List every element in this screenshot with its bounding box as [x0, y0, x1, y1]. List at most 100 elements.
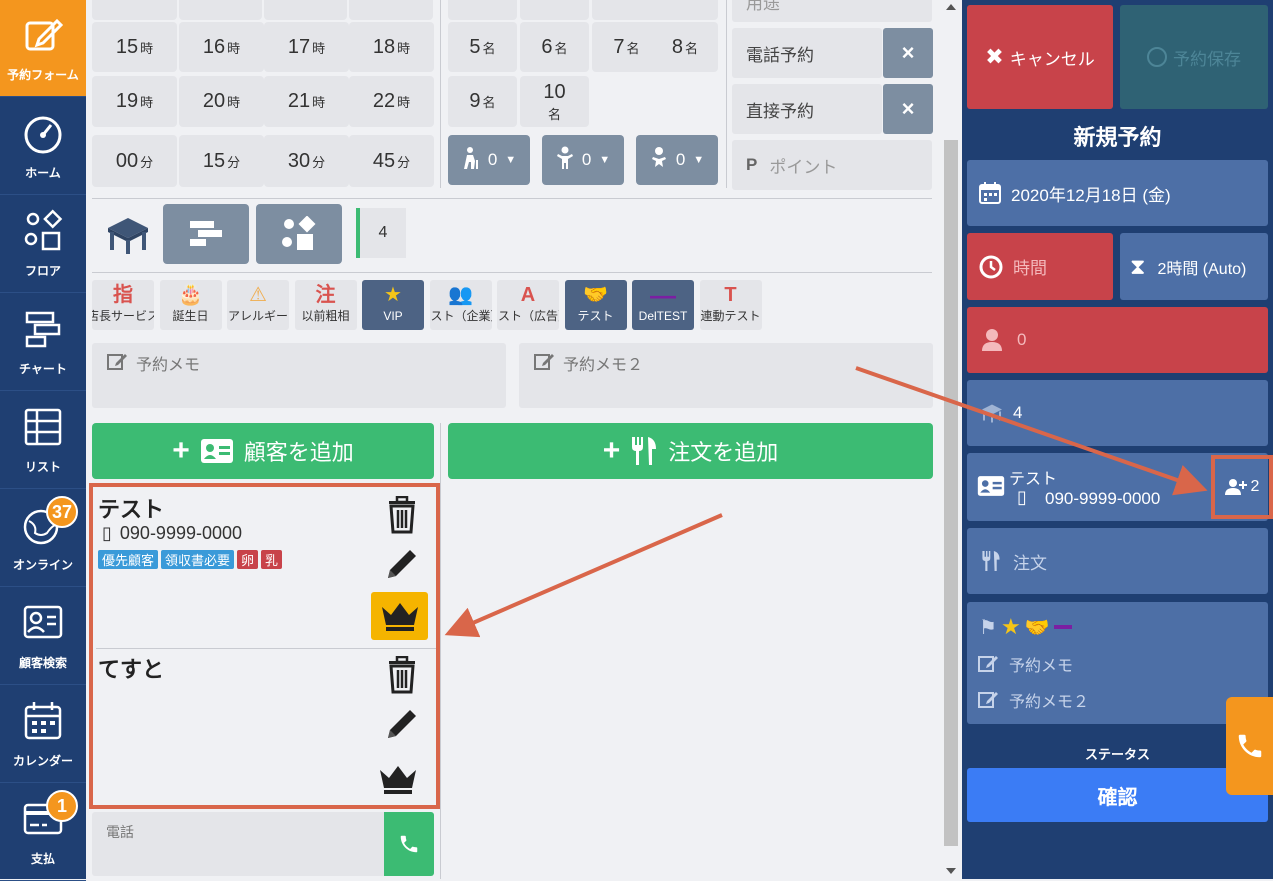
people-button[interactable] [592, 0, 661, 20]
scroll-up-icon[interactable] [946, 4, 956, 10]
primary-customer-crown-button[interactable] [378, 764, 418, 799]
order-field[interactable]: 注文 [967, 528, 1268, 594]
time-field[interactable]: 時間 [967, 233, 1113, 300]
sidebar-item-label: 支払 [30, 852, 55, 866]
hour-button[interactable]: 17 時 [264, 22, 349, 72]
tag-button[interactable]: 注以前粗相 [294, 280, 357, 330]
phone-icon [400, 835, 418, 853]
floating-call-button[interactable] [1226, 697, 1273, 795]
people-field[interactable]: 0 [967, 307, 1268, 373]
sidebar-item-calendar[interactable]: カレンダー [0, 686, 86, 783]
floor-view-button[interactable] [256, 204, 342, 264]
people-button[interactable] [652, 0, 718, 20]
people-value: 0 [1017, 330, 1027, 349]
remove-direct-reservation-button[interactable]: × [883, 84, 933, 134]
edit-customer-button[interactable] [384, 546, 420, 587]
time-button[interactable] [179, 0, 262, 20]
people-button[interactable]: 9名 [448, 76, 517, 127]
tag-button[interactable]: ★ VIP [362, 280, 424, 330]
button-number: 20 [202, 90, 226, 112]
sidebar-item-dashboard[interactable]: ホーム [0, 98, 86, 195]
hour-button[interactable]: 16 時 [179, 22, 264, 72]
plus-icon: + [172, 434, 190, 467]
notification-badge: 37 [46, 496, 78, 528]
sidebar-item-globe[interactable]: オンライン 37 [0, 490, 86, 587]
time-button[interactable] [92, 0, 177, 20]
people-button[interactable] [520, 0, 589, 20]
sidebar-item-floor-shapes[interactable]: フロア [0, 196, 86, 293]
people-button[interactable] [448, 0, 517, 20]
tag-button[interactable]: — DelTEST [632, 280, 694, 330]
duration-value: 2時間 (Auto) [1157, 260, 1247, 278]
delete-customer-button[interactable] [386, 495, 418, 539]
delete-customer-button[interactable] [386, 655, 418, 699]
tag-button[interactable]: 指店長サービス [92, 280, 154, 330]
scrollbar-thumb[interactable] [944, 140, 958, 846]
guest-type-dropdown[interactable]: 0 ▼ [542, 135, 624, 185]
add-customer-button[interactable]: + 顧客を追加 [92, 423, 434, 479]
edit-customer-button[interactable] [384, 706, 420, 747]
scroll-down-icon[interactable] [946, 868, 956, 874]
hour-button[interactable]: 15 時 [92, 22, 177, 72]
sidebar-item-list-table[interactable]: リスト [0, 392, 86, 489]
minute-button[interactable]: 15 分 [179, 135, 264, 187]
tag-button[interactable]: 🎂 誕生日 [159, 280, 222, 330]
scrollbar[interactable] [942, 0, 960, 879]
date-field[interactable]: 2020年12月18日 (金) [967, 160, 1268, 226]
minute-button[interactable]: 00 分 [92, 135, 177, 187]
people-button[interactable]: 8名 [652, 22, 718, 72]
hour-button[interactable]: 19 時 [92, 76, 177, 127]
customer-field[interactable]: テスト ▯ 090-9999-0000 2 [967, 453, 1273, 521]
phone-input[interactable]: 電話 [92, 812, 384, 876]
button-number: 15 [115, 35, 139, 58]
person-icon [982, 329, 1002, 351]
people-button[interactable]: 5名 [448, 22, 517, 72]
add-order-button[interactable]: + 注文を追加 [448, 423, 933, 479]
call-button[interactable] [384, 812, 434, 876]
tag-button[interactable]: T 連動テスト [699, 280, 762, 330]
people-button[interactable]: 10 名 [520, 76, 589, 127]
duration-field[interactable]: ⧗ 2時間 (Auto) [1120, 233, 1268, 300]
memo2-field[interactable]: 予約メモ２ [519, 343, 933, 408]
guest-type-dropdown[interactable]: 0 ▼ [636, 135, 718, 185]
close-icon: × [901, 40, 915, 65]
tags-memo-field[interactable]: ⚑ ★ 🤝 予約メモ 予約メモ２ [967, 602, 1268, 724]
table-icon [102, 212, 154, 258]
hour-button[interactable]: 22 時 [349, 76, 434, 127]
tag-button[interactable]: A テスト（広告） [497, 280, 559, 330]
primary-customer-crown-button[interactable] [371, 592, 428, 640]
chart-view-button[interactable] [163, 204, 249, 264]
divider [96, 648, 436, 649]
sidebar-item-edit-form[interactable]: 予約フォーム [0, 0, 86, 97]
points-field[interactable]: P ポイント [732, 140, 932, 190]
sidebar-item-chart-bars[interactable]: チャート [0, 294, 86, 391]
people-button[interactable]: 7名 [592, 22, 661, 72]
memo1-field[interactable]: 予約メモ [92, 343, 506, 408]
time-button[interactable] [349, 0, 433, 20]
time-button[interactable] [264, 0, 347, 20]
guest-type-dropdown[interactable]: 0 ▼ [448, 135, 530, 185]
tag-label: VIP [383, 309, 403, 323]
remove-phone-reservation-button[interactable]: × [883, 28, 933, 78]
tag-button[interactable]: 🤝 テスト [564, 280, 627, 330]
hour-button[interactable]: 20 時 [179, 76, 264, 127]
sidebar-item-credit-card[interactable]: 支払 1 [0, 784, 86, 881]
minute-button[interactable]: 30 分 [264, 135, 349, 187]
edit-icon [978, 656, 998, 672]
points-placeholder: ポイント [769, 157, 838, 177]
tag-button[interactable]: 👥 テスト（企業） [429, 280, 492, 330]
tag-button[interactable]: ⚠ アレルギー [227, 280, 289, 330]
minute-button[interactable]: 45 分 [349, 135, 434, 187]
hour-button[interactable]: 18 時 [349, 22, 434, 72]
table-field[interactable]: 4 [967, 380, 1268, 446]
people-button[interactable]: 6名 [520, 22, 589, 72]
purpose-field[interactable]: 用途 [732, 0, 932, 22]
sidebar-item-customer-card[interactable]: 顧客検索 [0, 588, 86, 685]
hour-button[interactable]: 21 時 [264, 76, 349, 127]
status-value: 確認 [1097, 786, 1138, 809]
status-button[interactable]: 確認 [967, 768, 1268, 822]
guest-count-button[interactable]: 2 [1211, 455, 1273, 519]
add-order-label: 注文を追加 [668, 440, 779, 465]
cancel-button[interactable]: ✖ キャンセル [967, 5, 1113, 109]
save-button[interactable]: 予約保存 [1120, 5, 1268, 109]
